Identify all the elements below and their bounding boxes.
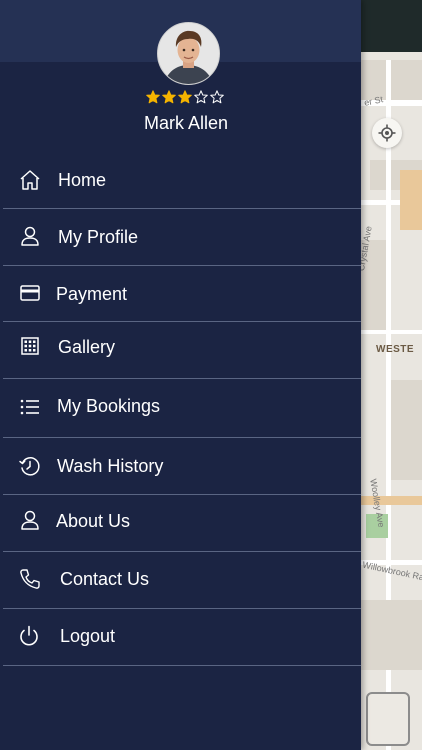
menu-item-gallery[interactable]: Gallery [0,322,361,378]
menu-item-wash-history[interactable]: Wash History [0,438,361,494]
map-block [360,600,422,670]
crosshair-icon [378,124,396,142]
map-road [360,330,422,334]
menu-item-label: Logout [60,626,116,646]
divider [3,665,361,666]
my-location-button[interactable] [372,118,402,148]
user-icon [18,224,42,248]
grid-icon [18,334,42,358]
star-filled-icon [162,90,176,104]
menu-item-label: Wash History [57,456,164,476]
navigation-drawer: Mark Allen Home My Profile Payment Galle… [0,0,361,750]
history-icon [18,454,42,478]
menu-item-my-bookings[interactable]: My Bookings [0,379,361,437]
map-block [391,380,422,480]
rating-stars [146,90,230,106]
map-top-bar [360,0,422,52]
menu-item-home[interactable]: Home [0,152,361,208]
menu-item-about-us[interactable]: About Us [0,495,361,551]
menu-item-label: Payment [56,284,128,304]
star-filled-icon [178,90,192,104]
menu-item-payment[interactable]: Payment [0,266,361,322]
menu-item-my-profile[interactable]: My Profile [0,209,361,265]
user-icon [18,508,42,532]
menu-item-label: Gallery [58,337,116,357]
map-road [400,170,422,230]
star-filled-icon [146,90,160,104]
phone-icon [18,567,42,591]
menu-item-label: About Us [56,511,131,531]
menu-item-contact-us[interactable]: Contact Us [0,552,361,608]
power-icon [17,624,41,648]
user-name: Mark Allen [143,113,229,133]
map-label: WESTE [376,344,415,355]
star-empty-icon [194,90,208,104]
menu-item-label: My Bookings [57,396,161,416]
menu-item-label: Home [58,170,107,190]
home-icon [18,168,42,192]
avatar[interactable] [157,22,220,85]
map-block [360,60,422,100]
map-road [360,496,422,505]
menu-item-label: Contact Us [60,569,150,589]
star-empty-icon [210,90,224,104]
menu-item-logout[interactable]: Logout [0,609,361,665]
list-icon [18,395,42,419]
credit-card-icon [18,281,42,305]
map-card[interactable] [366,692,410,746]
menu-item-label: My Profile [58,227,139,247]
